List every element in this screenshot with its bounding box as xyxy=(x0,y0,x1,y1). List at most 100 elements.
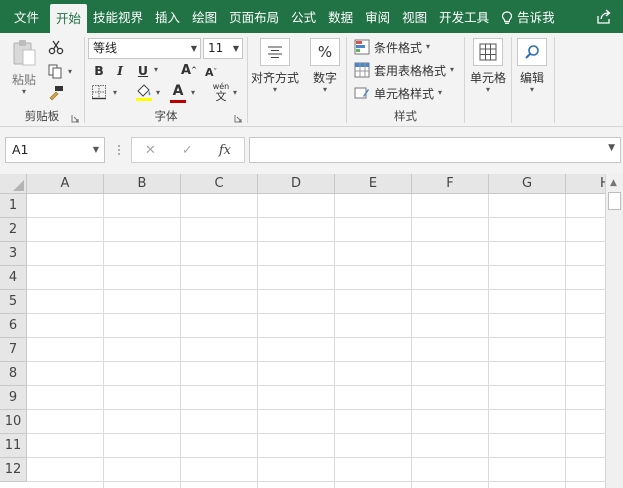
number-format-button[interactable]: % 数字 ▾ xyxy=(306,38,344,94)
insert-function-icon[interactable]: fx xyxy=(219,143,231,158)
paste-button[interactable]: 粘贴 ▾ xyxy=(6,38,42,96)
tell-me-label: 告诉我 xyxy=(517,10,555,25)
copy-icon[interactable] xyxy=(47,63,65,79)
expand-formula-bar-icon[interactable]: ▼ xyxy=(608,143,615,153)
cells-label: 单元格 xyxy=(469,71,506,85)
column-header-c[interactable]: C xyxy=(181,174,258,194)
column-header-h[interactable]: H xyxy=(566,174,605,194)
paste-dropdown-icon: ▾ xyxy=(21,87,26,96)
alignment-dropdown-icon: ▾ xyxy=(272,85,277,94)
font-name-combo[interactable]: 等线 ▼ xyxy=(88,38,201,59)
row-header-11[interactable]: 11 xyxy=(0,434,27,458)
column-header-b[interactable]: B xyxy=(104,174,181,194)
column-header-a[interactable]: A xyxy=(27,174,104,194)
name-box[interactable]: A1 ▼ xyxy=(5,137,105,163)
vertical-scrollbar[interactable]: ▲ xyxy=(605,174,623,488)
row-header-7[interactable]: 7 xyxy=(0,338,27,362)
font-color-button[interactable]: A xyxy=(168,81,188,101)
select-all-icon xyxy=(13,180,24,191)
editing-icon-box xyxy=(517,38,547,66)
group-separator xyxy=(554,37,555,123)
row-header-10[interactable]: 10 xyxy=(0,410,27,434)
borders-icon[interactable] xyxy=(91,84,107,100)
phonetic-guide-icon[interactable]: wén 文 xyxy=(211,81,231,103)
font-color-dropdown-icon[interactable]: ▾ xyxy=(191,88,195,97)
column-header-g[interactable]: G xyxy=(489,174,566,194)
cancel-icon[interactable]: ✕ xyxy=(145,143,156,158)
underline-dropdown-icon[interactable]: ▾ xyxy=(154,65,158,74)
formula-bar-area: A1 ▼ ✕ ✓ fx ▼ xyxy=(0,127,623,174)
font-size-combo[interactable]: 11 ▼ xyxy=(203,38,243,59)
alignment-label: 对齐方式 xyxy=(250,71,299,85)
row-header-9[interactable]: 9 xyxy=(0,386,27,410)
tab-insert[interactable]: 插入 xyxy=(149,3,186,33)
svg-text:文: 文 xyxy=(216,89,227,103)
conditional-formatting-button[interactable]: 条件格式 ▾ xyxy=(354,37,430,57)
font-group-label: 字体 xyxy=(154,109,178,123)
italic-button[interactable]: I xyxy=(110,60,130,80)
editing-button[interactable]: 编辑 ▾ xyxy=(514,38,550,94)
formula-input[interactable]: ▼ xyxy=(249,137,621,163)
row-header-1[interactable]: 1 xyxy=(0,194,27,218)
chevron-down-icon: ▾ xyxy=(426,42,431,51)
tab-file[interactable]: 文件 xyxy=(8,3,45,33)
chevron-down-icon: ▼ xyxy=(232,44,239,53)
copy-dropdown-icon[interactable]: ▾ xyxy=(68,67,72,76)
format-as-table-button[interactable]: 套用表格格式 ▾ xyxy=(354,60,454,80)
enter-icon[interactable]: ✓ xyxy=(182,143,193,158)
font-group: 等线 ▼ 11 ▼ B I U ▾ A ^ Aˇ ▾ ▾ A ▾ wén 文 ▾… xyxy=(85,33,247,127)
decrease-font-size-button[interactable]: Aˇ xyxy=(201,62,221,82)
cells-button[interactable]: 单元格 ▾ xyxy=(466,38,510,94)
scroll-thumb[interactable] xyxy=(608,192,621,210)
cells-icon-box xyxy=(473,38,503,66)
cells-dropdown-icon: ▾ xyxy=(485,85,490,94)
tab-home[interactable]: 开始 xyxy=(50,4,88,33)
scroll-up-icon[interactable]: ▲ xyxy=(610,178,617,188)
format-painter-icon[interactable] xyxy=(48,85,64,101)
group-separator xyxy=(511,37,512,123)
borders-dropdown-icon[interactable]: ▾ xyxy=(113,88,117,97)
bold-button[interactable]: B xyxy=(89,60,109,80)
fill-color-icon[interactable] xyxy=(134,82,154,102)
row-header-2[interactable]: 2 xyxy=(0,218,27,242)
tab-page-layout[interactable]: 页面布局 xyxy=(223,3,285,33)
select-all-corner[interactable] xyxy=(0,174,27,194)
editing-dropdown-icon: ▾ xyxy=(529,85,534,94)
tell-me-search[interactable]: 告诉我 xyxy=(495,3,561,33)
ribbon-tab-bar: 文件 开始 技能视界 插入 绘图 页面布局 公式 数据 审阅 视图 开发工具 告… xyxy=(0,0,623,33)
share-icon[interactable] xyxy=(595,8,613,26)
cut-icon[interactable] xyxy=(48,39,64,55)
phonetic-guide-dropdown-icon[interactable]: ▾ xyxy=(233,88,237,97)
tab-data[interactable]: 数据 xyxy=(322,3,359,33)
worksheet-grid: A B C D E F G H 1 2 3 4 5 6 7 8 9 10 11 … xyxy=(0,174,605,488)
tab-formulas[interactable]: 公式 xyxy=(285,3,322,33)
format-as-table-label: 套用表格格式 xyxy=(374,63,447,78)
fill-color-dropdown-icon[interactable]: ▾ xyxy=(156,88,160,97)
drag-handle-icon[interactable] xyxy=(116,144,122,156)
tab-skills-view[interactable]: 技能视界 xyxy=(87,3,149,33)
row-header-12[interactable]: 12 xyxy=(0,458,27,482)
format-as-table-icon xyxy=(354,62,370,78)
row-header-8[interactable]: 8 xyxy=(0,362,27,386)
column-header-f[interactable]: F xyxy=(412,174,489,194)
increase-font-size-button[interactable]: A ^ xyxy=(179,60,199,80)
font-launcher-icon[interactable] xyxy=(234,114,243,123)
cell-styles-button[interactable]: 单元格样式 ▾ xyxy=(354,83,442,103)
clipboard-launcher-icon[interactable] xyxy=(71,114,80,123)
alignment-button[interactable]: 对齐方式 ▾ xyxy=(250,38,300,94)
conditional-formatting-icon xyxy=(354,39,370,55)
column-header-e[interactable]: E xyxy=(335,174,412,194)
font-name-value: 等线 xyxy=(93,41,118,55)
cell-area[interactable] xyxy=(27,194,605,488)
underline-button[interactable]: U xyxy=(133,60,153,80)
tab-review[interactable]: 审阅 xyxy=(359,3,396,33)
row-header-4[interactable]: 4 xyxy=(0,266,27,290)
column-header-d[interactable]: D xyxy=(258,174,335,194)
tab-draw[interactable]: 绘图 xyxy=(186,3,223,33)
tab-developer[interactable]: 开发工具 xyxy=(433,3,495,33)
tab-view[interactable]: 视图 xyxy=(396,3,433,33)
group-separator xyxy=(464,37,465,123)
row-header-5[interactable]: 5 xyxy=(0,290,27,314)
row-header-6[interactable]: 6 xyxy=(0,314,27,338)
row-header-3[interactable]: 3 xyxy=(0,242,27,266)
